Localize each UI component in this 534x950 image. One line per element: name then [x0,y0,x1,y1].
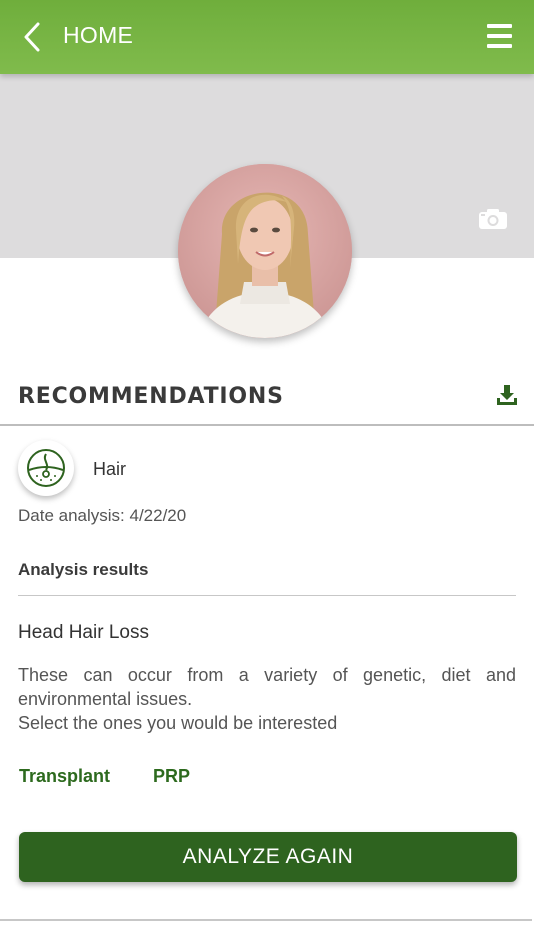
hamburger-menu-icon [487,24,512,28]
condition-title: Head Hair Loss [18,622,149,643]
avatar-photo [178,164,352,338]
top-app-bar: HOME [0,0,534,74]
page-title: HOME [63,22,134,48]
treatment-option-prp[interactable]: PRP [153,766,190,787]
treatment-option-transplant[interactable]: Transplant [19,766,110,787]
change-photo-button[interactable] [478,208,508,230]
description-text: These can occur from a variety of geneti… [18,665,516,709]
bottom-divider [0,919,532,921]
analysis-date: Date analysis: 4/22/20 [18,506,187,525]
category-label: Hair [93,459,127,479]
download-icon [497,385,517,405]
hair-follicle-icon [27,449,65,487]
recommendations-header: RECOMMENDATIONS [0,372,534,426]
section-title: RECOMMENDATIONS [18,384,284,409]
analysis-results-title: Analysis results [18,560,149,579]
description-prompt: Select the ones you would be interested [18,713,338,733]
camera-icon [479,209,507,229]
back-button[interactable] [18,20,46,54]
analyze-again-button[interactable]: ANALYZE AGAIN [19,832,517,882]
download-button[interactable] [496,384,518,406]
condition-description: These can occur from a variety of geneti… [18,663,516,735]
category-badge [18,440,74,496]
chevron-left-icon [24,22,40,52]
profile-avatar[interactable] [178,164,352,338]
menu-button[interactable] [487,24,512,48]
divider [18,595,516,596]
